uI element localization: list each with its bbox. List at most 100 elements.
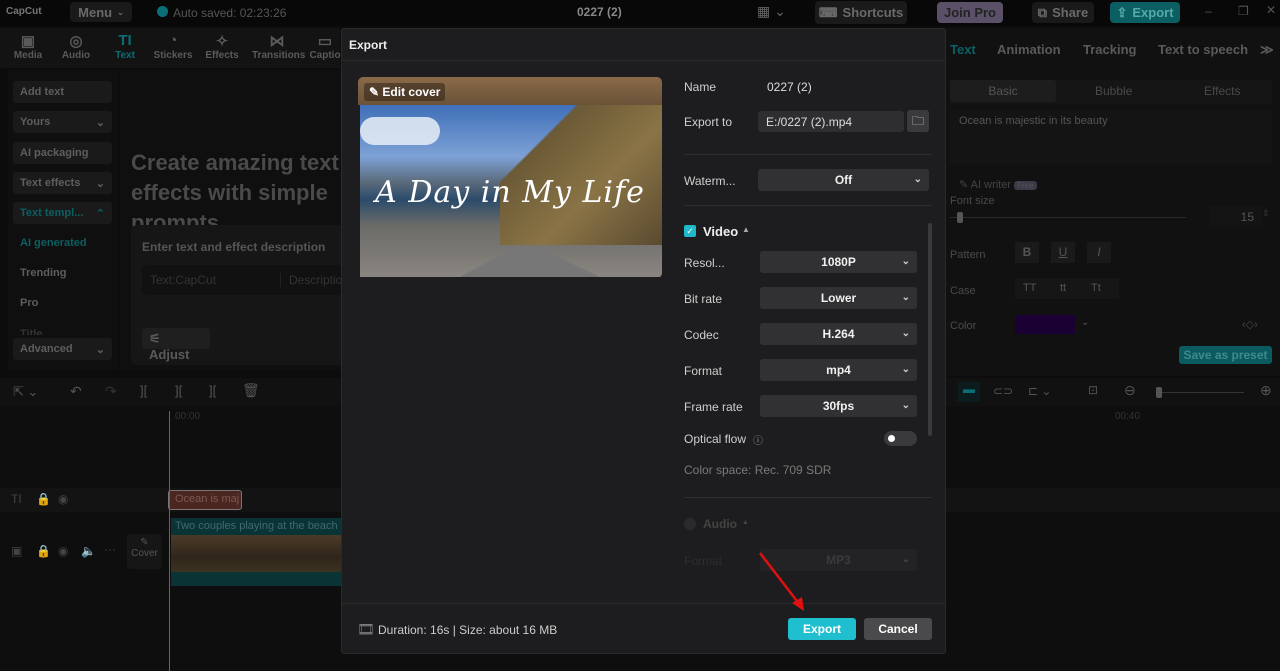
- cancel-button[interactable]: Cancel: [864, 618, 932, 640]
- speaker-icon[interactable]: 🔈: [81, 544, 96, 558]
- tool-text[interactable]: TIText: [103, 32, 147, 61]
- codec-select[interactable]: H.264⌄: [760, 323, 917, 345]
- caret-up-icon[interactable]: ▲: [742, 519, 749, 526]
- video-clip[interactable]: Two couples playing at the beach: [171, 518, 341, 586]
- export-button[interactable]: Export: [788, 618, 856, 640]
- resolution-select[interactable]: 1080P⌄: [760, 251, 917, 273]
- edit-cover-button[interactable]: ✎ Edit cover: [364, 83, 445, 101]
- shortcuts-button[interactable]: ⌨Shortcuts: [815, 1, 907, 24]
- text-content-input[interactable]: Ocean is majestic in its beauty: [950, 110, 1272, 164]
- tab-animation[interactable]: Animation: [997, 42, 1061, 57]
- tab-text-to-speech[interactable]: Text to speech: [1158, 42, 1248, 57]
- zoom-out-icon[interactable]: ⊖: [1124, 382, 1136, 399]
- tool-captions[interactable]: ▭Captio: [308, 32, 342, 61]
- chevron-down-icon[interactable]: ⌄: [1081, 317, 1089, 328]
- stepper-icon[interactable]: ⇳: [1262, 208, 1270, 219]
- sidebar-add-text[interactable]: Add text: [13, 81, 112, 103]
- lock-icon[interactable]: 🔒: [36, 492, 51, 506]
- slider-thumb[interactable]: [1156, 387, 1162, 398]
- save-as-preset-button[interactable]: Save as preset: [1179, 346, 1272, 364]
- preview-axis-icon[interactable]: ⊏ ⌄: [1028, 384, 1051, 398]
- sidebar-ai-generated[interactable]: AI generated: [20, 237, 87, 249]
- cover-preview[interactable]: A Day in My Life ✎ Edit cover: [358, 77, 662, 278]
- italic-button[interactable]: I: [1087, 242, 1111, 263]
- sidebar-text-effects[interactable]: Text effects⌄: [13, 172, 112, 194]
- more-icon[interactable]: ···: [104, 542, 116, 556]
- minimize-icon[interactable]: –: [1205, 4, 1212, 18]
- menu-button[interactable]: Menu⌄: [70, 2, 132, 22]
- adjust-button[interactable]: ⚟ Adjust: [142, 328, 210, 349]
- subtab-effects[interactable]: Effects: [1204, 84, 1240, 98]
- tool-audio[interactable]: ◎Audio: [54, 32, 98, 61]
- tab-tracking[interactable]: Tracking: [1083, 42, 1136, 57]
- eye-icon[interactable]: ◉: [58, 492, 68, 506]
- keyframe-icon[interactable]: ‹◇›: [1242, 318, 1258, 331]
- frame-rate-select[interactable]: 30fps⌄: [760, 395, 917, 417]
- select-tool-icon[interactable]: ⇱ ⌄: [13, 384, 38, 400]
- split-left-icon[interactable]: ][: [175, 383, 182, 398]
- case-title-button[interactable]: Tt: [1091, 282, 1101, 294]
- playhead[interactable]: [169, 411, 170, 671]
- text-clip[interactable]: Ocean is maj: [168, 490, 242, 510]
- tab-text[interactable]: Text: [950, 42, 976, 57]
- video-checkbox[interactable]: ✓: [684, 225, 696, 237]
- tool-effects[interactable]: ✧Effects: [200, 32, 244, 61]
- tool-stickers[interactable]: ◔Stickers: [151, 32, 195, 61]
- eye-icon[interactable]: ◉: [58, 544, 68, 558]
- sidebar-title[interactable]: Title: [20, 328, 42, 335]
- sidebar-advanced[interactable]: Advanced⌄: [13, 338, 112, 360]
- sidebar-yours[interactable]: Yours⌄: [13, 111, 112, 133]
- link-icon[interactable]: ⊂⊃: [993, 384, 1013, 398]
- color-swatch[interactable]: [1015, 315, 1075, 334]
- text-input[interactable]: Text:CapCut: [150, 273, 216, 287]
- join-pro-button[interactable]: Join Pro: [937, 2, 1003, 23]
- split-icon[interactable]: ][: [140, 383, 147, 398]
- subtab-bubble[interactable]: Bubble: [1095, 84, 1132, 98]
- cover-button[interactable]: ✎Cover: [127, 534, 162, 569]
- underline-button[interactable]: U: [1051, 242, 1075, 263]
- zoom-fit-icon[interactable]: ⊡: [1088, 383, 1098, 397]
- help-icon[interactable]: ⓘ: [753, 432, 763, 447]
- sidebar-text-templates[interactable]: Text templ...⌃: [13, 202, 112, 224]
- case-lower-button[interactable]: tt: [1060, 282, 1066, 294]
- lock-icon[interactable]: 🔒: [36, 544, 51, 558]
- caret-up-icon[interactable]: ▲: [742, 225, 750, 234]
- video-section-label[interactable]: Video: [703, 224, 738, 239]
- tool-media[interactable]: ▣Media: [6, 32, 50, 61]
- audio-section-label[interactable]: Audio: [703, 517, 737, 531]
- bitrate-select[interactable]: Lower⌄: [760, 287, 917, 309]
- top-export-button[interactable]: ⇪Export: [1110, 2, 1180, 23]
- close-icon[interactable]: ✕: [1266, 3, 1276, 17]
- audio-checkbox[interactable]: [684, 518, 696, 530]
- folder-icon[interactable]: 🗀: [907, 110, 929, 132]
- font-size-input[interactable]: 15: [1210, 206, 1262, 227]
- sidebar-ai-packaging[interactable]: AI packaging: [13, 142, 112, 164]
- description-input[interactable]: Descriptio: [280, 273, 341, 287]
- tool-transitions[interactable]: ⋈Transitions: [252, 32, 302, 61]
- zoom-slider[interactable]: [1156, 392, 1244, 393]
- name-input[interactable]: 0227 (2): [767, 80, 812, 94]
- subtab-basic[interactable]: Basic: [950, 80, 1056, 102]
- layout-icon[interactable]: ▦ ⌄: [757, 3, 786, 20]
- share-button[interactable]: ⧉Share: [1032, 2, 1094, 23]
- undo-icon[interactable]: ↶: [70, 383, 82, 400]
- sidebar-trending[interactable]: Trending: [20, 267, 66, 279]
- optical-flow-toggle[interactable]: [884, 431, 917, 446]
- export-path-input[interactable]: E:/0227 (2).mp4: [758, 111, 904, 132]
- magnet-icon[interactable]: ▬: [958, 382, 980, 402]
- case-upper-button[interactable]: TT: [1023, 282, 1036, 294]
- collapse-icon[interactable]: ≫: [1260, 42, 1274, 58]
- restore-icon[interactable]: ❐: [1238, 4, 1249, 18]
- font-size-slider[interactable]: [950, 217, 1186, 218]
- redo-icon[interactable]: ↷: [105, 383, 117, 400]
- watermark-select[interactable]: Off⌄: [758, 169, 929, 191]
- slider-thumb[interactable]: [957, 212, 963, 223]
- settings-scrollbar[interactable]: [928, 223, 932, 436]
- bold-button[interactable]: B: [1015, 242, 1039, 263]
- ai-writer-button[interactable]: ✎ AI writer Free: [959, 178, 1037, 191]
- sidebar-pro[interactable]: Pro: [20, 297, 38, 309]
- split-right-icon[interactable]: ][: [209, 383, 216, 398]
- zoom-in-icon[interactable]: ⊕: [1260, 382, 1272, 399]
- delete-icon[interactable]: 🗑: [242, 382, 260, 399]
- format-select[interactable]: mp4⌄: [760, 359, 917, 381]
